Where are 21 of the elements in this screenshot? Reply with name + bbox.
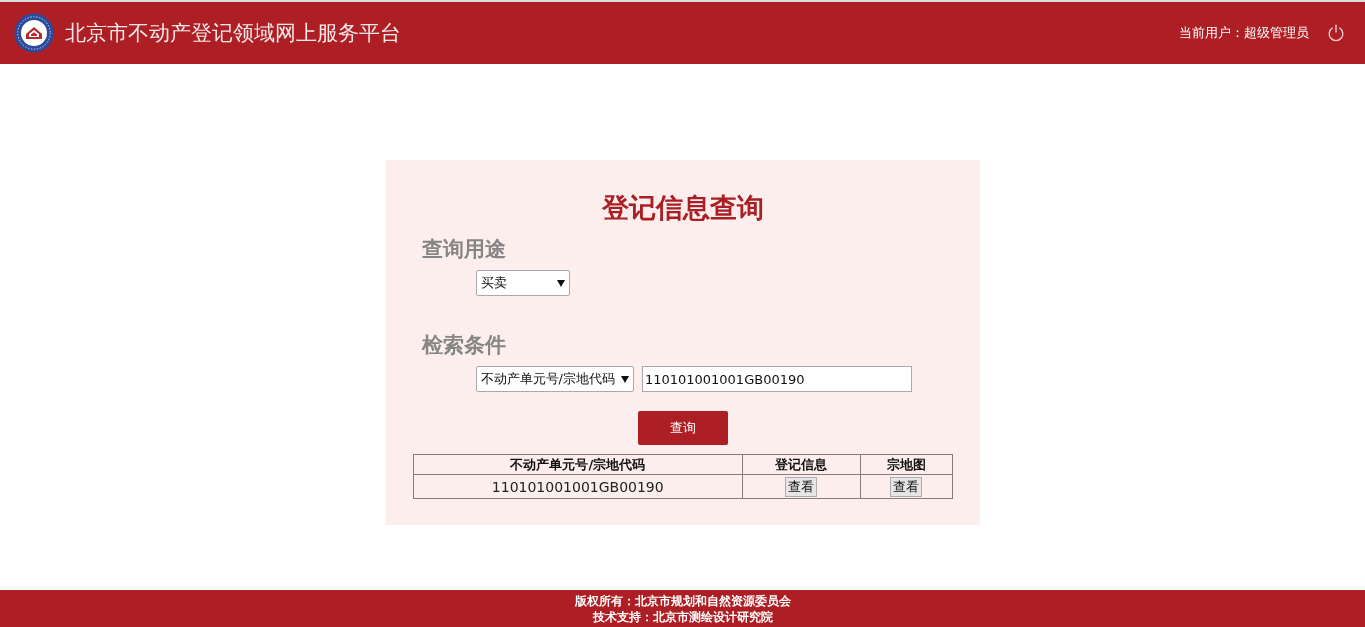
input-field[interactable]: 110101001001GB00190 bbox=[641, 366, 912, 392]
column-header: 登记信息 bbox=[742, 454, 861, 475]
caret-icon bbox=[620, 375, 629, 383]
power-icon[interactable] bbox=[1327, 24, 1345, 42]
view-button[interactable]: 查看 bbox=[890, 476, 923, 497]
column-header: 不动产单元号/宗地代码 bbox=[413, 454, 743, 475]
column-header: 宗地图 bbox=[860, 454, 952, 475]
emblem-logo-icon bbox=[14, 13, 54, 53]
section-heading: 检索条件 bbox=[421, 332, 506, 359]
panel-title: 登记信息查询 bbox=[602, 191, 764, 225]
caret-icon bbox=[556, 279, 565, 287]
footer-text: 技术支持：北京市测绘设计研究院 bbox=[592, 608, 773, 625]
dropdown-select[interactable]: 不动产单元号/宗地代码 bbox=[475, 366, 634, 392]
dropdown-select[interactable]: 买卖 bbox=[475, 270, 570, 296]
current-user-label: 当前用户：超级管理员 bbox=[1179, 24, 1309, 42]
query-button[interactable]: 查询 bbox=[638, 411, 728, 445]
site-title: 北京市不动产登记领域网上服务平台 bbox=[65, 20, 401, 47]
section-heading: 查询用途 bbox=[421, 236, 506, 263]
table-cell: 110101001001GB00190 bbox=[413, 474, 743, 499]
view-button[interactable]: 查看 bbox=[785, 476, 818, 497]
footer-text: 版权所有：北京市规划和自然资源委员会 bbox=[574, 592, 791, 609]
